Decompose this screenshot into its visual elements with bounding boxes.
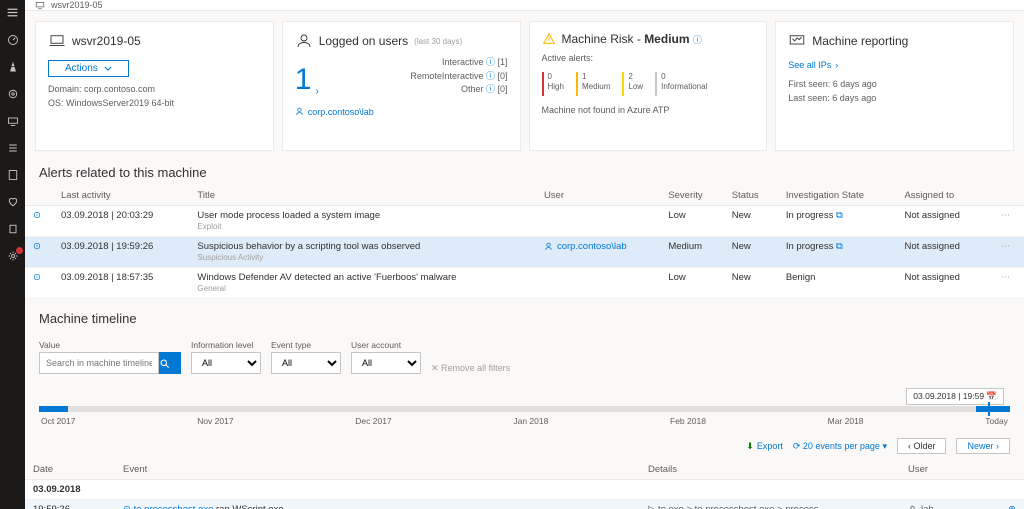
col-status[interactable]: Status (724, 186, 778, 206)
alert-row[interactable]: ⊙03.09.2018 | 19:59:26Suspicious behavio… (25, 237, 1024, 268)
risk-note: Machine not found in Azure ATP (542, 104, 755, 118)
older-button[interactable]: ‹ Older (897, 438, 947, 454)
machine-os: OS: WindowsServer2019 64-bit (48, 97, 261, 111)
newer-button[interactable]: Newer › (956, 438, 1010, 454)
page-size-select[interactable]: ⟳ 20 events per page ▾ (793, 441, 887, 452)
users-title: Logged on users (319, 34, 408, 48)
col-last[interactable]: Last activity (53, 186, 189, 206)
reporting-icon (788, 32, 806, 50)
search-input[interactable] (39, 352, 159, 374)
see-ips-link[interactable]: See all IPs › (788, 60, 1001, 70)
timeline-heading: Machine timeline (25, 307, 1024, 332)
reporting-title: Machine reporting (812, 34, 908, 48)
users-count-value: 1 (295, 63, 312, 97)
user-link-text: corp.contoso\lab (308, 107, 374, 117)
automated-icon[interactable] (6, 87, 19, 100)
reports-icon[interactable] (6, 168, 19, 181)
info-icon[interactable]: ⓘ (693, 35, 702, 45)
alert-row[interactable]: ⊙03.09.2018 | 18:57:35Windows Defender A… (25, 268, 1024, 299)
col-asg[interactable]: Assigned to (896, 186, 986, 206)
ecol-event[interactable]: Event (115, 460, 640, 480)
users-breakdown: Interactive ⓘ [1]RemoteInteractive ⓘ [0]… (410, 56, 507, 97)
nav-rail (0, 0, 25, 509)
menu-icon[interactable] (6, 6, 19, 19)
filter-etype-label: Event type (271, 340, 341, 350)
health-icon[interactable] (6, 195, 19, 208)
filter-info-label: Information level (191, 340, 261, 350)
info-level-select[interactable]: All (191, 352, 261, 374)
ecol-user[interactable]: User (900, 460, 1000, 480)
filter-user-label: User account (351, 340, 421, 350)
card-machine: wsvr2019-05 Actions Domain: corp.contoso… (35, 21, 274, 151)
breadcrumb-name: wsvr2019-05 (51, 0, 103, 10)
timeline-labels: Oct 2017Nov 2017Dec 2017Jan 2018Feb 2018… (39, 416, 1010, 426)
actions-button[interactable]: Actions (48, 60, 129, 77)
remove-filters[interactable]: ✕ Remove all filters (431, 363, 510, 374)
user-icon (295, 32, 313, 50)
settings-icon[interactable] (6, 249, 19, 262)
chevron-down-icon (104, 66, 112, 71)
machine-title: wsvr2019-05 (72, 34, 141, 48)
card-reporting: Machine reporting See all IPs › First se… (775, 21, 1014, 151)
timeline-track-wrap: 03.09.2018 | 19:59 📅 Oct 2017Nov 2017Dec… (25, 382, 1024, 432)
search-button[interactable] (159, 352, 181, 374)
host-icon (35, 0, 45, 10)
last-seen: Last seen: 6 days ago (788, 92, 1001, 106)
card-users: Logged on users (last 30 days) 1 › Inter… (282, 21, 521, 151)
users-subtitle: (last 30 days) (414, 37, 462, 46)
see-ips-text: See all IPs (788, 60, 831, 70)
ecol-details[interactable]: Details (640, 460, 900, 480)
dashboard-icon[interactable] (6, 33, 19, 46)
risk-title: Machine Risk - Medium ⓘ (562, 32, 702, 46)
event-date-row: 03.09.2018 (25, 480, 1024, 500)
list-icon[interactable] (6, 141, 19, 154)
card-risk: Machine Risk - Medium ⓘ Active alerts: 0… (529, 21, 768, 151)
risk-bars: 0High1Medium2Low0Informational (542, 72, 755, 96)
ecol-date[interactable]: Date (25, 460, 115, 480)
events-table: Date Event Details User 03.09.201819:59:… (25, 460, 1024, 509)
breadcrumb: wsvr2019-05 (25, 0, 1024, 11)
alerts-table: Last activity Title User Severity Status… (25, 186, 1024, 299)
machine-domain: Domain: corp.contoso.com (48, 83, 261, 97)
active-alerts-label: Active alerts: (542, 52, 755, 66)
event-type-select[interactable]: All (271, 352, 341, 374)
user-link[interactable]: corp.contoso\lab (295, 107, 508, 117)
col-user[interactable]: User (536, 186, 660, 206)
alerts-heading: Alerts related to this machine (25, 161, 1024, 186)
chevron-right-icon: › (835, 60, 838, 70)
search-icon (159, 358, 170, 369)
timeline-toolbar: ⬇Export ⟳ 20 events per page ▾ ‹ Older N… (25, 432, 1024, 460)
col-inv[interactable]: Investigation State (778, 186, 897, 206)
col-title[interactable]: Title (189, 186, 536, 206)
timeline-track[interactable]: 03.09.2018 | 19:59 📅 (39, 406, 1010, 412)
filter-value-label: Value (39, 340, 181, 350)
users-count[interactable]: 1 › (295, 56, 319, 97)
alerts-icon[interactable] (6, 60, 19, 73)
user-small-icon (295, 107, 304, 116)
user-account-select[interactable]: All (351, 352, 421, 374)
export-button[interactable]: ⬇Export (746, 441, 783, 452)
event-row[interactable]: 19:59:26⊙ te.processhost.exe ran WScript… (25, 500, 1024, 509)
actions-label: Actions (65, 63, 98, 74)
main-content: wsvr2019-05 wsvr2019-05 Actions Domain: … (25, 0, 1024, 509)
laptop-icon (48, 32, 66, 50)
tutorials-icon[interactable] (6, 222, 19, 235)
warning-icon (542, 32, 556, 46)
col-sev[interactable]: Severity (660, 186, 723, 206)
timeline-cursor[interactable] (988, 402, 990, 416)
alert-row[interactable]: ⊙03.09.2018 | 20:03:29User mode process … (25, 206, 1024, 237)
machine-icon[interactable] (6, 114, 19, 127)
timeline-filters: Value Information level All Event type All… (25, 332, 1024, 382)
first-seen: First seen: 6 days ago (788, 78, 1001, 92)
chevron-right-icon: › (315, 86, 318, 97)
